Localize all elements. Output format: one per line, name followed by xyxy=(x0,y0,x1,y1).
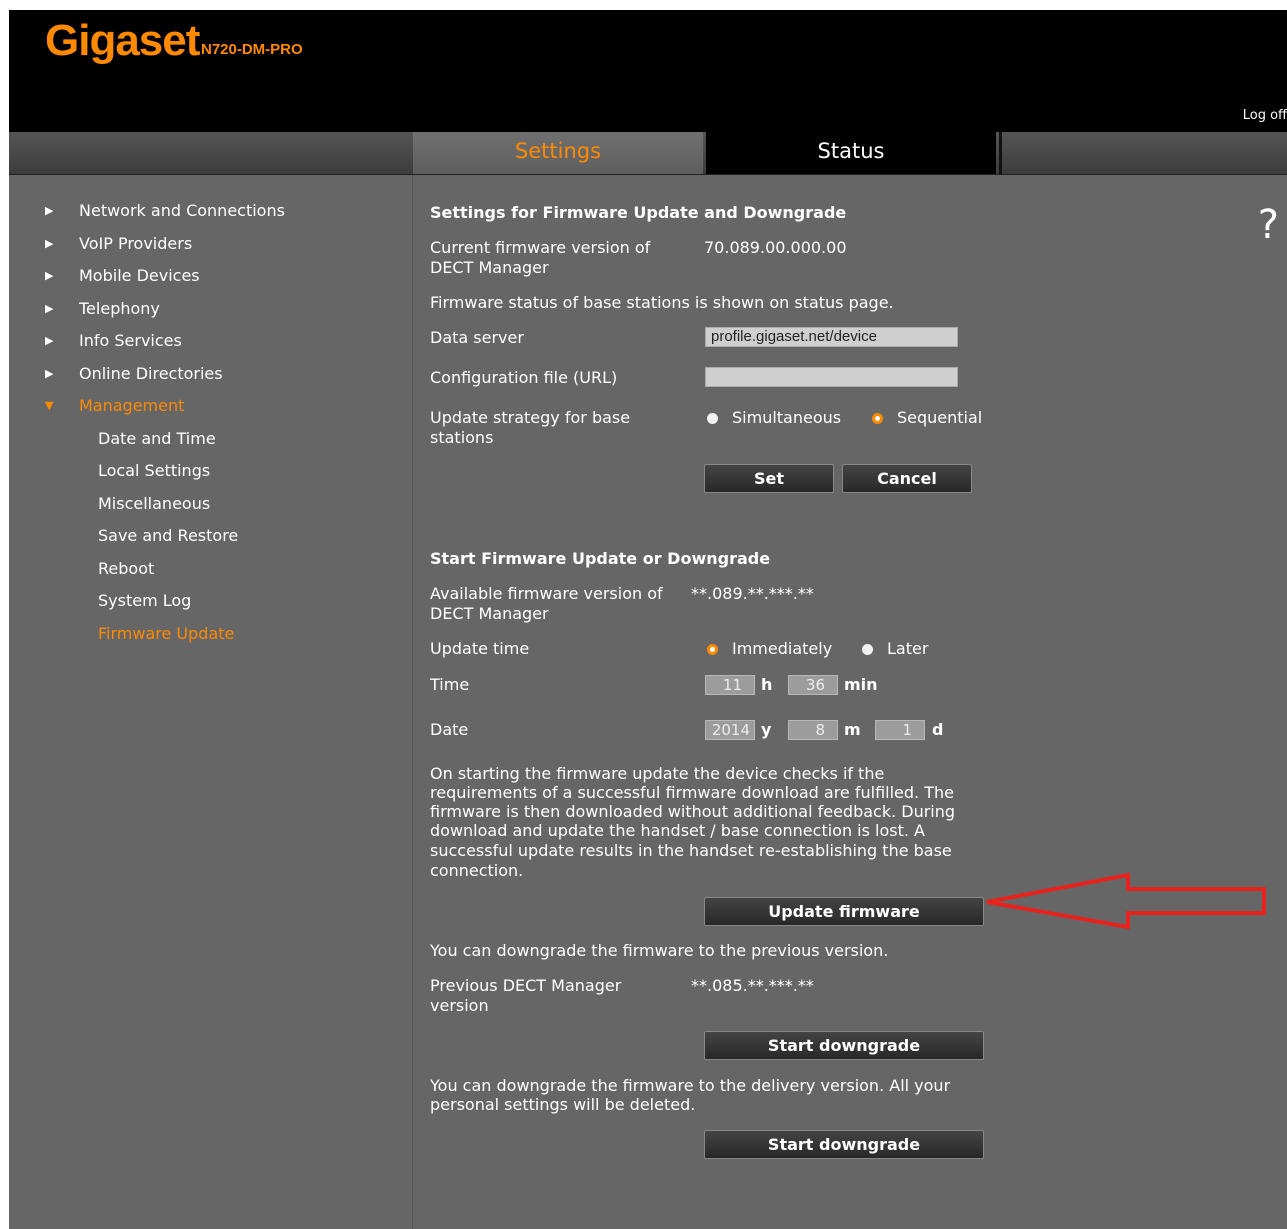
tab-settings[interactable]: Settings xyxy=(413,132,703,174)
delivery-downgrade-note-line2: personal settings will be deleted. xyxy=(430,1095,696,1114)
log-off-link[interactable]: Log off xyxy=(1243,108,1287,123)
sidebar-subitem-label: System Log xyxy=(98,591,192,610)
sidebar-item-label: Telephony xyxy=(79,299,160,318)
current-version-value: 70.089.00.000.00 xyxy=(704,238,847,257)
later-radio[interactable] xyxy=(862,644,873,655)
web-ui-frame: Gigaset N720-DM-PRO Log off Settings Sta… xyxy=(9,10,1287,1229)
gigaset-logo: Gigaset xyxy=(45,16,200,65)
sidebar-subitem-label: Local Settings xyxy=(98,461,211,480)
expand-arrow-icon: ▶ xyxy=(45,269,54,282)
config-file-label: Configuration file (URL) xyxy=(430,368,618,387)
immediately-radio[interactable] xyxy=(707,644,718,655)
info-line: connection. xyxy=(430,861,524,880)
previous-version-label: Previous DECT Manager xyxy=(430,976,622,995)
sidebar-item-label: VoIP Providers xyxy=(79,234,193,253)
minute-unit: min xyxy=(844,675,878,694)
main-content: ? Settings for Firmware Update and Downg… xyxy=(413,175,1287,1229)
tab-bar: Settings Status xyxy=(9,132,1287,175)
info-line: On starting the firmware update the devi… xyxy=(430,764,885,783)
cancel-button[interactable]: Cancel xyxy=(842,464,972,493)
available-version-label-line2: DECT Manager xyxy=(430,604,549,623)
info-line: firmware is then downloaded without addi… xyxy=(430,802,956,821)
time-label: Time xyxy=(430,675,470,694)
date-label: Date xyxy=(430,720,469,739)
info-line: download and update the handset / base c… xyxy=(430,821,925,840)
month-unit: m xyxy=(844,720,861,739)
current-version-label: Current firmware version of xyxy=(430,238,651,257)
day-field[interactable]: 1 xyxy=(875,720,925,740)
downgrade-previous-note: You can downgrade the firmware to the pr… xyxy=(430,941,889,960)
previous-version-value: **.085.**.***.** xyxy=(691,976,814,995)
sidebar-item-label: Management xyxy=(79,396,185,415)
month-field[interactable]: 8 xyxy=(788,720,838,740)
hour-unit: h xyxy=(761,675,773,694)
header-bar: Gigaset N720-DM-PRO Log off xyxy=(9,10,1287,132)
sequential-label: Sequential xyxy=(897,408,983,427)
sidebar-subitem-label: Date and Time xyxy=(98,429,216,448)
expand-arrow-icon: ▶ xyxy=(45,204,54,217)
expand-arrow-icon: ▶ xyxy=(45,237,54,250)
sidebar-subitem-label: Save and Restore xyxy=(98,526,239,545)
sequential-radio[interactable] xyxy=(872,413,883,424)
help-icon[interactable]: ? xyxy=(1258,205,1279,245)
settings-section-title: Settings for Firmware Update and Downgra… xyxy=(430,203,847,222)
tab-status[interactable]: Status xyxy=(706,132,996,174)
day-unit: d xyxy=(932,720,944,739)
sidebar-item-label: Network and Connections xyxy=(79,201,285,220)
update-strategy-label: Update strategy for base xyxy=(430,408,631,427)
previous-version-label-line2: version xyxy=(430,996,489,1015)
red-arrow-annotation xyxy=(986,872,1266,930)
data-server-label: Data server xyxy=(430,328,524,347)
update-firmware-button[interactable]: Update firmware xyxy=(704,897,984,926)
status-page-note: Firmware status of base stations is show… xyxy=(430,293,894,312)
tab-divider xyxy=(999,132,1002,174)
immediately-label: Immediately xyxy=(732,639,833,658)
sidebar-subitem-label: Miscellaneous xyxy=(98,494,211,513)
available-version-value: **.089.**.***.** xyxy=(691,584,814,603)
minute-field[interactable]: 36 xyxy=(788,675,838,695)
sidebar-subitem-label: Reboot xyxy=(98,559,155,578)
sidebar-item-label: Online Directories xyxy=(79,364,223,383)
current-version-label-line2: DECT Manager xyxy=(430,258,549,277)
update-strategy-label-line2: stations xyxy=(430,428,494,447)
year-field[interactable]: 2014 xyxy=(705,720,755,740)
config-file-url-field[interactable] xyxy=(705,367,958,387)
sidebar-item-label: Info Services xyxy=(79,331,182,350)
available-version-label: Available firmware version of xyxy=(430,584,663,603)
sidebar-nav: ▶ Network and Connections ▶ VoIP Provide… xyxy=(9,175,413,1229)
year-unit: y xyxy=(761,720,772,739)
data-server-field[interactable]: profile.gigaset.net/device xyxy=(705,327,958,347)
collapse-arrow-icon: ▼ xyxy=(45,399,54,412)
update-section-title: Start Firmware Update or Downgrade xyxy=(430,549,771,568)
simultaneous-label: Simultaneous xyxy=(732,408,842,427)
expand-arrow-icon: ▶ xyxy=(45,367,54,380)
sidebar-subitem-label: Firmware Update xyxy=(98,624,235,643)
start-delivery-downgrade-button[interactable]: Start downgrade xyxy=(704,1130,984,1159)
info-line: requirements of a successful firmware do… xyxy=(430,783,954,802)
set-button[interactable]: Set xyxy=(704,464,834,493)
expand-arrow-icon: ▶ xyxy=(45,334,54,347)
update-time-label: Update time xyxy=(430,639,530,658)
sidebar-item-label: Mobile Devices xyxy=(79,266,200,285)
later-label: Later xyxy=(887,639,929,658)
simultaneous-radio[interactable] xyxy=(707,413,718,424)
expand-arrow-icon: ▶ xyxy=(45,302,54,315)
delivery-downgrade-note: You can downgrade the firmware to the de… xyxy=(430,1076,951,1095)
info-line: successful update results in the handset… xyxy=(430,841,952,860)
hour-field[interactable]: 11 xyxy=(705,675,755,695)
start-downgrade-button[interactable]: Start downgrade xyxy=(704,1031,984,1060)
device-model: N720-DM-PRO xyxy=(201,41,303,58)
